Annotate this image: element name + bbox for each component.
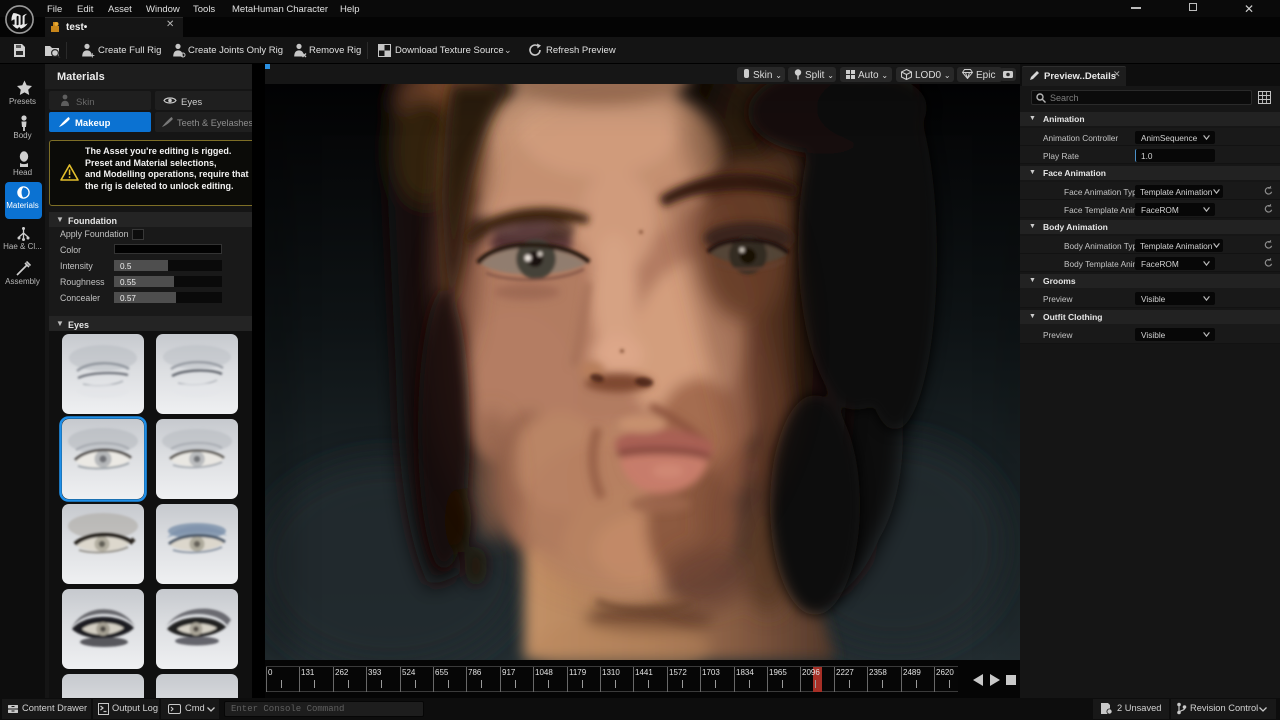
svg-text:+: + [90,51,95,58]
